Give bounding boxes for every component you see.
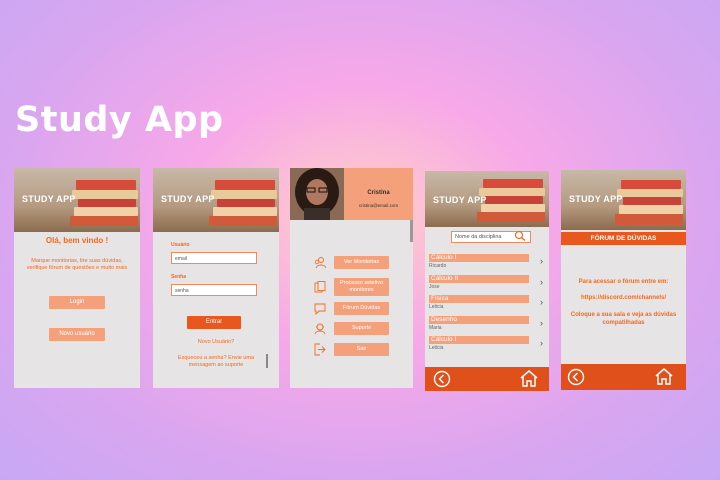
scrollbar[interactable]: [410, 220, 413, 242]
welcome-heading: Olá, bem vindo !: [45, 236, 109, 245]
subject-name: Física: [429, 295, 529, 303]
home-icon[interactable]: [654, 367, 674, 386]
forum-note: Coloque a sua sala e veja as dúvidas com…: [570, 312, 677, 326]
user-name: Cristina: [367, 190, 390, 196]
new-user-link[interactable]: Novo Usuário?: [153, 339, 279, 345]
app-name: STUDY APP: [22, 194, 76, 204]
page-title: Study App: [15, 100, 224, 140]
menu-item-label: Fórum Dúvidas: [334, 302, 389, 315]
support-icon: [314, 323, 326, 335]
menu-item-label: Processo seletivo monitores: [334, 278, 389, 296]
chevron-right-icon: ›: [540, 277, 543, 287]
chevron-right-icon: ›: [540, 256, 543, 266]
forum-screen: STUDY APP FÓRUM DE DÚVIDAS Para acessar …: [561, 170, 686, 390]
app-name: STUDY APP: [569, 194, 623, 204]
welcome-screen: STUDY APP Olá, bem vindo ! Marque monito…: [14, 168, 140, 388]
app-name: STUDY APP: [433, 195, 487, 205]
forum-header: FÓRUM DE DÚVIDAS: [561, 232, 686, 245]
people-icon: [314, 257, 326, 269]
banner-image: STUDY APP: [14, 168, 140, 232]
user-input[interactable]: email: [171, 252, 257, 264]
avatar: [290, 168, 344, 220]
back-icon[interactable]: [433, 370, 451, 388]
home-icon[interactable]: [519, 369, 539, 388]
exit-icon: [314, 343, 326, 356]
app-name: STUDY APP: [161, 194, 215, 204]
list-item[interactable]: Cálculo II Jose ›: [429, 275, 545, 290]
teacher-name: Jose: [429, 284, 440, 290]
login-button[interactable]: Login: [49, 296, 105, 309]
user-label: Usuário: [171, 242, 190, 248]
forgot-password-text[interactable]: Esqueceu a senha? Envie uma mensagem ao …: [171, 355, 261, 369]
list-item[interactable]: Cálculo I Ricardo ›: [429, 254, 545, 269]
footer-bar: [425, 367, 549, 391]
teacher-name: Leticia: [429, 304, 444, 310]
menu-item-processo[interactable]: Processo seletivo monitores: [312, 278, 413, 296]
list-item[interactable]: Física Leticia ›: [429, 295, 545, 310]
menu-item-label: Suporte: [334, 322, 389, 335]
password-input[interactable]: senha: [171, 284, 257, 296]
search-icon[interactable]: [513, 230, 527, 242]
teacher-name: Leticia: [429, 345, 444, 351]
chat-icon: [314, 303, 326, 315]
menu-item-forum[interactable]: Fórum Dúvidas: [312, 302, 413, 315]
password-label: Senha: [171, 274, 187, 280]
chevron-right-icon: ›: [540, 297, 543, 307]
list-item[interactable]: Cálculo I Leticia ›: [429, 336, 545, 351]
menu-screen: Cristina cristina@email.com Ver Monitori…: [290, 168, 413, 388]
banner-image: STUDY APP: [425, 171, 549, 227]
user-email: cristina@email.com: [358, 203, 399, 208]
documents-icon: [314, 281, 326, 293]
menu-item-label: Sair: [334, 343, 389, 356]
subject-name: Cálculo I: [429, 336, 529, 344]
footer-bar: [561, 364, 686, 390]
scrollbar[interactable]: [266, 354, 268, 368]
menu-item-sair[interactable]: Sair: [312, 343, 413, 356]
subject-name: Cálculo II: [429, 275, 529, 283]
subject-name: Cálculo I: [429, 254, 529, 262]
subjects-screen: STUDY APP Nome da disciplina Cálculo I R…: [425, 171, 549, 391]
subject-name: Desenho: [429, 316, 529, 324]
menu-item-suporte[interactable]: Suporte: [312, 322, 413, 335]
enter-button[interactable]: Entrar: [187, 316, 241, 329]
forum-instruction: Para acessar o fórum entre em:: [578, 279, 669, 285]
chevron-right-icon: ›: [540, 318, 543, 328]
teacher-name: Ricardo: [429, 263, 447, 269]
teacher-name: Maria: [429, 325, 442, 331]
new-user-button[interactable]: Novo usuário: [49, 328, 105, 341]
banner-image: STUDY APP: [561, 170, 686, 230]
login-screen: STUDY APP Usuário email Senha senha Entr…: [153, 168, 279, 388]
forum-link[interactable]: https://discord.com/channels/: [565, 295, 682, 301]
list-item[interactable]: Desenho Maria ›: [429, 316, 545, 331]
menu-item-monitorias[interactable]: Ver Monitorias: [312, 256, 413, 269]
menu-item-label: Ver Monitorias: [334, 256, 389, 269]
banner-image: STUDY APP: [153, 168, 279, 232]
welcome-description: Marque monitorias, tire suas dúvidas, ve…: [26, 258, 128, 271]
back-icon[interactable]: [567, 368, 585, 386]
chevron-right-icon: ›: [540, 338, 543, 348]
